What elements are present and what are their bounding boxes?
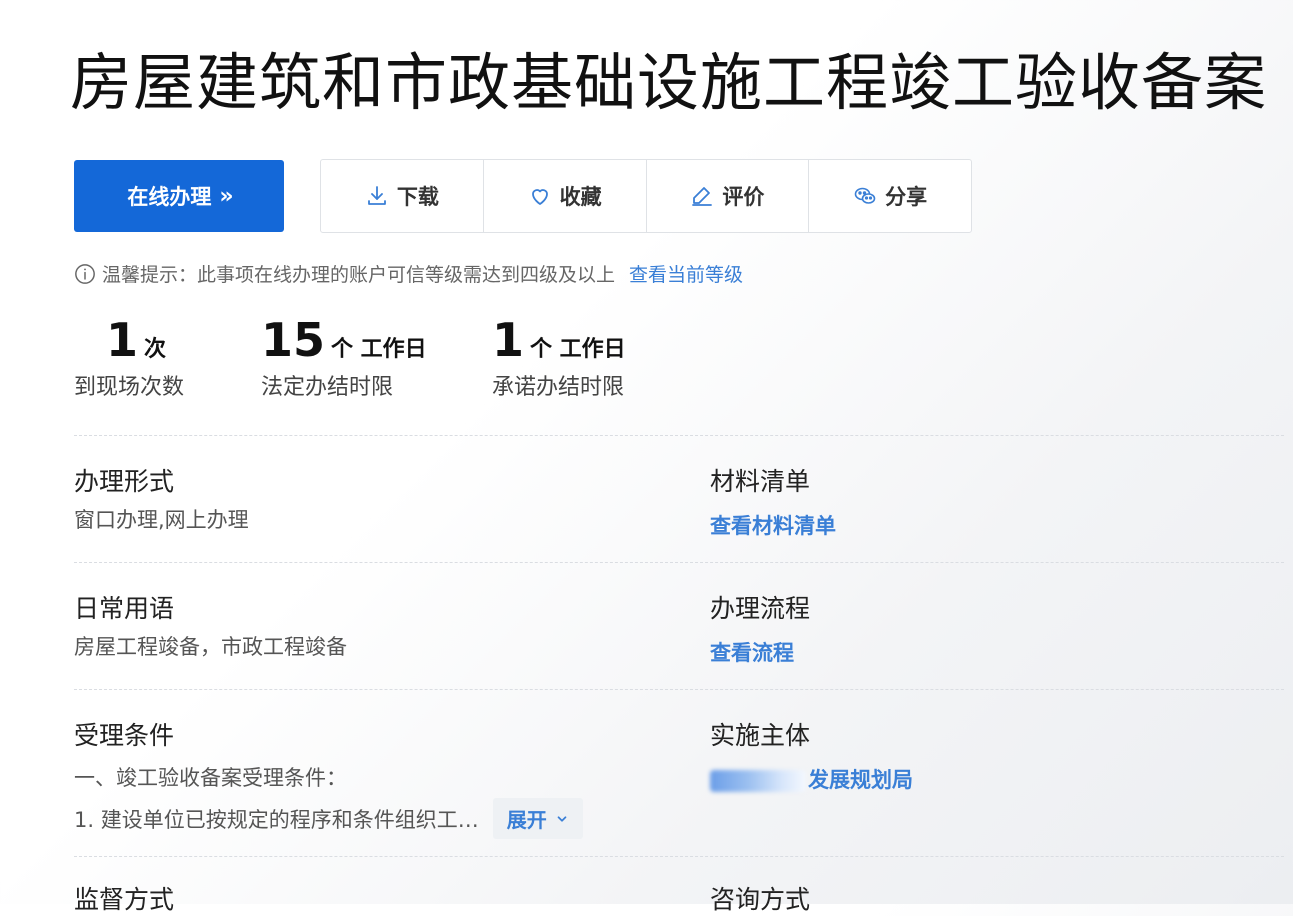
view-materials-link[interactable]: 查看材料清单: [710, 510, 1290, 540]
expand-button[interactable]: 展开: [492, 798, 583, 839]
field-agency: 实施主体 发展规划局: [710, 716, 1290, 794]
favorite-button[interactable]: 收藏: [484, 160, 647, 232]
double-chevron-right-icon: »: [219, 183, 233, 209]
stat-value: 15: [261, 313, 326, 367]
field-label: 受理条件: [74, 721, 175, 750]
download-button[interactable]: 下载: [321, 160, 484, 232]
chevron-down-icon: [557, 815, 567, 822]
tip-notice: 温馨提示：此事项在线办理的账户可信等级需达到四级及以上 查看当前等级: [74, 260, 743, 287]
stat-value: 1: [492, 313, 525, 367]
divider: [74, 562, 1284, 563]
stat-label: 承诺办结时限: [492, 375, 625, 400]
field-materials: 材料清单 查看材料清单: [710, 462, 1290, 540]
field-process: 办理流程 查看流程: [710, 589, 1290, 667]
field-conditions: 受理条件 一、竣工验收备案受理条件： 1. 建设单位已按规定的程序和条件组织工……: [74, 716, 654, 839]
heart-icon: [531, 189, 548, 205]
tip-text: 温馨提示：此事项在线办理的账户可信等级需达到四级及以上: [102, 264, 616, 286]
field-label: 实施主体: [710, 721, 811, 750]
stat-value: 1: [106, 313, 139, 367]
view-process-link[interactable]: 查看流程: [710, 637, 1290, 667]
expand-label: 展开: [506, 808, 547, 832]
share-button[interactable]: 分享: [809, 160, 971, 232]
edit-icon: [692, 187, 713, 206]
field-label: 办理形式: [74, 467, 175, 496]
field-label: 日常用语: [74, 594, 175, 623]
field-form: 办理形式 窗口办理,网上办理: [74, 462, 654, 539]
download-label: 下载: [396, 185, 439, 209]
share-label: 分享: [885, 185, 928, 209]
field-label-supervision: 监督方式: [74, 885, 175, 914]
stat-unit: 次: [144, 337, 167, 362]
field-label: 材料清单: [710, 467, 811, 496]
download-icon: [367, 186, 386, 205]
rate-button[interactable]: 评价: [647, 160, 810, 232]
online-apply-button[interactable]: 在线办理 »: [74, 160, 284, 232]
agency-link[interactable]: 发展规划局: [808, 768, 913, 792]
condition-line: 一、竣工验收备案受理条件：: [74, 766, 347, 790]
redacted-block: [710, 770, 806, 792]
wechat-icon: [854, 187, 876, 204]
action-bar: 下载 收藏 评价 分享: [320, 159, 972, 233]
agency-link-row: 发展规划局: [710, 764, 1290, 794]
field-value: 房屋工程竣备，市政工程竣备: [74, 635, 347, 659]
divider: [74, 856, 1284, 857]
stat-visit-count: 1次 到现场次数: [74, 313, 184, 401]
field-label: 办理流程: [710, 594, 811, 623]
field-label-consult: 咨询方式: [710, 885, 811, 914]
stat-unit: 个 工作日: [530, 337, 626, 362]
divider: [74, 689, 1284, 690]
stat-label: 到现场次数: [74, 375, 185, 400]
stat-legal-limit: 15 个 工作日 法定办结时限: [261, 313, 427, 401]
page-title: 房屋建筑和市政基础设施工程竣工验收备案: [70, 46, 1268, 119]
favorite-label: 收藏: [559, 185, 602, 209]
info-icon: [75, 263, 95, 284]
view-level-link[interactable]: 查看当前等级: [629, 260, 743, 287]
rate-label: 评价: [722, 185, 765, 209]
field-terms: 日常用语 房屋工程竣备，市政工程竣备: [74, 589, 654, 666]
divider: [74, 435, 1284, 436]
stat-promised-limit: 1个 工作日 承诺办结时限: [492, 313, 626, 401]
stat-unit: 个 工作日: [331, 337, 427, 362]
online-apply-label: 在线办理: [127, 185, 212, 209]
condition-line-row: 1. 建设单位已按规定的程序和条件组织工… 展开: [74, 798, 654, 839]
field-value: 窗口办理,网上办理: [74, 508, 249, 532]
stat-label: 法定办结时限: [261, 375, 394, 400]
condition-line: 1. 建设单位已按规定的程序和条件组织工…: [74, 807, 479, 832]
